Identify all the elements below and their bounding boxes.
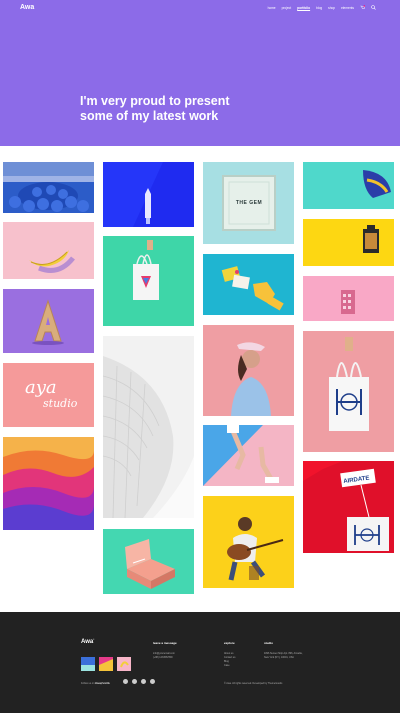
footer-thumb-2[interactable] <box>99 657 113 671</box>
footer-heading-explore: explore <box>224 641 235 645</box>
portfolio-tile-rocket-blue[interactable] <box>103 162 194 227</box>
footer-link-case[interactable]: Case <box>224 664 235 668</box>
cart-icon[interactable] <box>360 5 365 10</box>
portfolio-tile-aya-studio[interactable]: aya studio <box>3 363 94 427</box>
footer-logo[interactable]: Awa• <box>81 637 94 645</box>
portfolio-tile-tote-bag-green[interactable] <box>103 236 194 326</box>
footer-heading-message: leave a message <box>153 641 177 645</box>
footer-studio-address: 4096 Sunset Strip Apt. 896, Arcadia, New… <box>264 652 303 659</box>
site-logo[interactable]: Awa <box>20 4 34 11</box>
footer-explore-links: About us Contact us Blog Case <box>224 652 235 668</box>
footer-message-lines: info@youremail.com (+88) 1234567890 <box>153 652 175 660</box>
portfolio-tile-pink-device[interactable] <box>303 276 394 321</box>
footer-phone[interactable]: (+88) 1234567890 <box>153 656 175 660</box>
portfolio-tile-pink-box[interactable] <box>103 529 194 594</box>
portfolio-tile-banana[interactable] <box>3 222 94 279</box>
portfolio-tile-film-roll[interactable] <box>303 219 394 266</box>
twitter-icon[interactable] <box>132 679 137 684</box>
portfolio-tile-color-waves[interactable] <box>3 437 94 530</box>
nav-item-project[interactable]: project <box>282 6 292 10</box>
portfolio-tile-white-building[interactable] <box>103 336 194 518</box>
hero-banner: Awa home project portfolio blog shop ele… <box>0 0 400 146</box>
portfolio-tile-airdate-shirt[interactable]: AIRDATE <box>303 461 394 553</box>
site-footer <box>0 612 400 713</box>
footer-copyright: © Awa. All rights reserved. Developed by… <box>224 682 283 685</box>
portfolio-tile-tote-bag-pink[interactable] <box>303 331 394 452</box>
portfolio-tile-woman-visor[interactable] <box>203 325 294 416</box>
nav-item-elements[interactable]: elements <box>341 6 354 10</box>
aya-logo-text: aya <box>25 377 57 398</box>
footer-thumb-1[interactable] <box>81 657 95 671</box>
pinterest-icon[interactable] <box>150 679 155 684</box>
portfolio-tile-legs-sneakers[interactable] <box>203 425 294 486</box>
portfolio-tile-guitar-man[interactable] <box>203 496 294 588</box>
footer-follow-text: Follow us on #awaphotolife <box>81 682 110 685</box>
portfolio-tile-helmet-teal[interactable] <box>303 162 394 209</box>
page: Awa home project portfolio blog shop ele… <box>0 0 400 713</box>
footer-thumb-3[interactable] <box>117 657 131 671</box>
search-icon[interactable] <box>371 5 376 10</box>
facebook-icon[interactable] <box>123 679 128 684</box>
aya-logo-subtext: studio <box>43 397 78 410</box>
hero-heading: I'm very proud to present some of my lat… <box>80 94 320 124</box>
portfolio-tile-blue-chairs[interactable] <box>3 162 94 213</box>
nav-item-blog[interactable]: blog <box>316 6 322 10</box>
portfolio-tile-gold-letter-a[interactable] <box>3 289 94 353</box>
footer-heading-studio: studio <box>264 641 273 645</box>
main-nav: home project portfolio blog shop element… <box>268 5 376 10</box>
hero-heading-line-2: some of my latest work <box>80 109 219 123</box>
instagram-icon[interactable] <box>141 679 146 684</box>
the-gem-text: THE GEM <box>235 200 263 206</box>
nav-item-shop[interactable]: shop <box>328 6 335 10</box>
nav-item-portfolio[interactable]: portfolio <box>297 6 310 10</box>
portfolio-tile-yellow-hand-cards[interactable] <box>203 254 294 315</box>
nav-item-home[interactable]: home <box>268 6 276 10</box>
portfolio-tile-the-gem-frame[interactable]: THE GEM <box>203 162 294 244</box>
hero-heading-line-1: I'm very proud to present <box>80 94 230 108</box>
